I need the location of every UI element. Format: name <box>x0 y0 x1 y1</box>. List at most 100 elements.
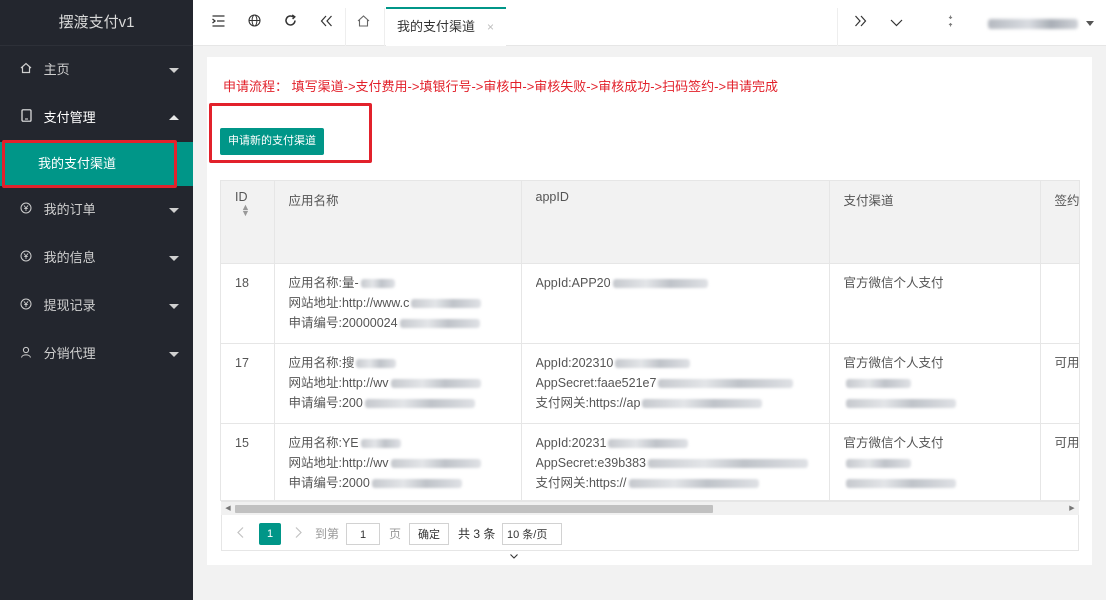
caret-down-icon <box>1085 21 1094 27</box>
gateway-text: 支付网关:https://ap <box>535 395 641 410</box>
appid-text: AppId:APP20 <box>535 275 611 290</box>
next-page-icon[interactable] <box>292 523 304 545</box>
caret-down-icon <box>169 304 179 309</box>
page-button-current[interactable]: 1 <box>259 523 281 545</box>
scroll-right-arrow-icon[interactable]: ▶ <box>1065 502 1079 516</box>
tabs-scroll-left-icon[interactable] <box>313 0 339 46</box>
redacted-text <box>390 458 481 468</box>
apply-no-text: 申请编号:200 <box>288 395 363 410</box>
goto-confirm-button[interactable]: 确定 <box>409 523 449 545</box>
apply-new-channel-button[interactable]: 申请新的支付渠道 <box>220 128 324 155</box>
redacted-text <box>845 478 956 488</box>
sort-icon[interactable]: ▲ ▼ <box>241 203 250 218</box>
close-icon[interactable]: × <box>487 9 494 45</box>
nav-item-label: 支付管理 <box>43 110 96 125</box>
menu-fold-icon[interactable] <box>205 0 231 46</box>
redacted-text <box>845 378 911 388</box>
redacted-text <box>399 318 480 328</box>
nav-item-withdraw-records[interactable]: 提现记录 <box>0 282 193 330</box>
column-header-id[interactable]: ID▲ ▼ <box>221 181 275 264</box>
goto-page-input[interactable]: 1 <box>346 523 380 545</box>
redacted-text <box>845 458 911 468</box>
redacted-text <box>845 398 956 408</box>
cell-channel: 官方微信个人支付 <box>829 263 1041 344</box>
globe-icon[interactable] <box>241 0 267 46</box>
redacted-text <box>360 278 395 288</box>
redacted-text <box>411 298 482 308</box>
tabs-scroll-right-icon[interactable] <box>847 0 873 46</box>
caret-down-icon <box>169 68 179 73</box>
main-content: 申请流程： 填写渠道->支付费用->填银行号->审核中->审核失败->审核成功-… <box>207 57 1092 565</box>
redacted-text <box>648 458 809 468</box>
chevron-down-icon[interactable] <box>883 0 909 46</box>
column-header-app-name: 应用名称 <box>274 181 522 264</box>
scroll-left-arrow-icon[interactable]: ◀ <box>221 502 235 516</box>
table-horizontal-scrollbar[interactable]: ◀ ▶ <box>221 501 1079 515</box>
nav-item-label: 我的订单 <box>43 202 96 217</box>
redacted-text <box>608 438 689 448</box>
appid-text: AppId:202310 <box>535 355 614 370</box>
nav-item-my-payment-channels[interactable]: 我的支付渠道 <box>0 142 193 186</box>
redacted-text <box>615 358 691 368</box>
tab-separator <box>837 8 838 46</box>
cell-sign: 可用 <box>1040 343 1079 424</box>
nav-item-my-orders[interactable]: 我的订单 <box>0 186 193 234</box>
tab-separator <box>345 8 346 46</box>
app-name-text: 应用名称:量- <box>288 275 359 290</box>
app-secret-text: AppSecret:e39b383 <box>535 455 647 470</box>
table-row[interactable]: 18 应用名称:量- 网站地址:http://www.c 申请编号:200000… <box>221 263 1079 344</box>
nav-item-payment-management[interactable]: 支付管理 <box>0 94 193 142</box>
yen-icon <box>18 186 34 234</box>
caret-down-icon <box>169 208 179 213</box>
scrollbar-thumb[interactable] <box>235 505 713 513</box>
tab-my-payment-channels[interactable]: 我的支付渠道 × <box>386 7 506 46</box>
table-header-row: ID▲ ▼ 应用名称 appID 支付渠道 签约 <box>221 181 1079 264</box>
prev-page-icon[interactable] <box>234 523 246 545</box>
column-header-appid: appID <box>521 181 830 264</box>
site-url-text: 网站地址:http://wv <box>288 455 389 470</box>
application-flow-text: 申请流程： 填写渠道->支付费用->填银行号->审核中->审核失败->审核成功-… <box>223 79 779 94</box>
app-secret-text: AppSecret:faae521e7 <box>535 375 657 390</box>
refresh-icon[interactable] <box>277 0 303 46</box>
caret-up-icon <box>169 115 179 120</box>
table-row[interactable]: 15 应用名称:YE 网站地址:http://wv 申请编号:2000 AppI… <box>221 423 1079 500</box>
cell-sign <box>1040 263 1079 344</box>
cell-appid: AppId:20231 AppSecret:e39b383 支付网关:https… <box>521 423 830 500</box>
page-unit-label: 页 <box>389 527 402 541</box>
redacted-text <box>356 358 397 368</box>
user-icon <box>18 330 34 378</box>
gateway-text: 支付网关:https:// <box>535 475 627 490</box>
cell-appid: AppId:202310 AppSecret:faae521e7 支付网关:ht… <box>521 343 830 424</box>
nav-item-home[interactable]: 主页 <box>0 46 193 94</box>
chevron-down-icon <box>510 554 518 559</box>
apply-no-text: 申请编号:20000024 <box>288 315 398 330</box>
channels-table: ID▲ ▼ 应用名称 appID 支付渠道 签约 18 应用名称:量- 网站地址:… <box>220 180 1080 501</box>
goto-label: 到第 <box>315 527 340 541</box>
app-name-text: 应用名称:搜 <box>288 355 355 370</box>
nav-item-label: 分销代理 <box>43 346 96 361</box>
redacted-text <box>390 378 481 388</box>
app-name-text: 应用名称:YE <box>288 435 359 450</box>
table-row[interactable]: 17 应用名称:搜 网站地址:http://wv 申请编号:200 AppId:… <box>221 343 1079 424</box>
nav-item-distribution-agent[interactable]: 分销代理 <box>0 330 193 378</box>
cell-channel: 官方微信个人支付 <box>829 423 1041 500</box>
sidebar: 摆渡支付v1 主页 支付管理 我的支付渠道 我的订单 我的信息 提现记录 分销代… <box>0 0 193 600</box>
nav-item-label: 提现记录 <box>43 298 96 313</box>
page-size-select[interactable]: 10 条/页 <box>502 523 562 559</box>
user-menu[interactable] <box>988 0 1100 46</box>
site-url-text: 网站地址:http://www.c <box>288 295 410 310</box>
home-tab-icon[interactable] <box>350 0 376 46</box>
apply-no-text: 申请编号:2000 <box>288 475 370 490</box>
fullscreen-icon[interactable] <box>937 0 963 46</box>
redacted-text <box>360 438 401 448</box>
nav-item-label: 主页 <box>43 62 70 77</box>
tab-label: 我的支付渠道 <box>397 19 476 34</box>
cell-id: 15 <box>221 423 275 500</box>
nav-item-my-info[interactable]: 我的信息 <box>0 234 193 282</box>
username-redacted <box>988 18 1078 29</box>
cell-app-info: 应用名称:搜 网站地址:http://wv 申请编号:200 <box>274 343 522 424</box>
caret-down-icon <box>169 256 179 261</box>
redacted-text <box>612 278 708 288</box>
redacted-text <box>658 378 794 388</box>
column-header-channel: 支付渠道 <box>829 181 1041 264</box>
